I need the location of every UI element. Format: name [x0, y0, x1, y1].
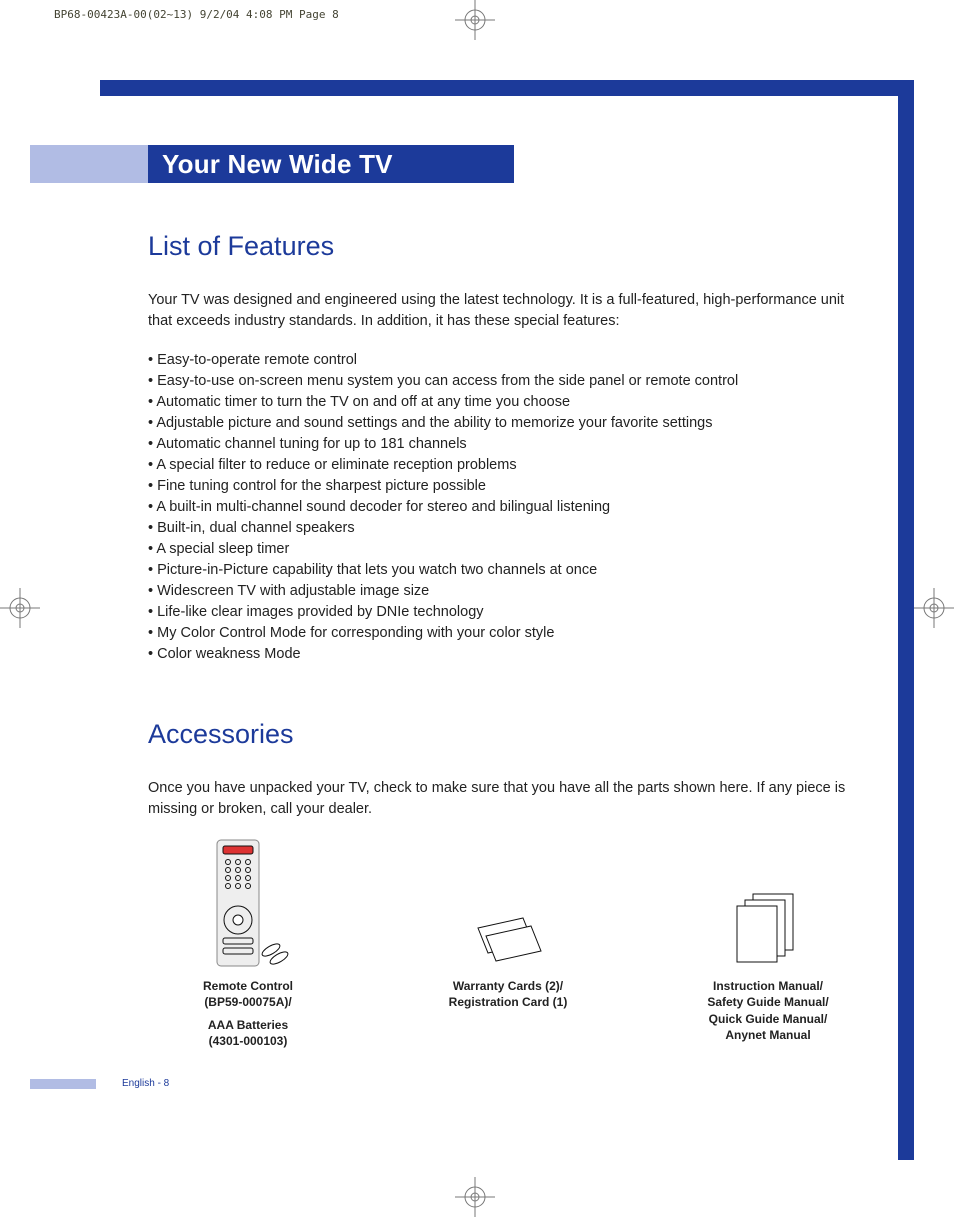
- list-item: Automatic channel tuning for up to 181 c…: [148, 434, 868, 455]
- accessory-label: Warranty Cards (2)/: [408, 978, 608, 994]
- list-item: Easy-to-use on-screen menu system you ca…: [148, 371, 868, 392]
- list-item: Adjustable picture and sound settings an…: [148, 413, 868, 434]
- accessory-label: (4301-000103): [148, 1033, 348, 1049]
- list-item: Fine tuning control for the sharpest pic…: [148, 476, 868, 497]
- list-item: A built-in multi-channel sound decoder f…: [148, 497, 868, 518]
- list-item: Color weakness Mode: [148, 644, 868, 665]
- list-item: Easy-to-operate remote control: [148, 350, 868, 371]
- accessory-label: Remote Control: [148, 978, 348, 994]
- list-item: Widescreen TV with adjustable image size: [148, 581, 868, 602]
- list-item: A special sleep timer: [148, 539, 868, 560]
- footer-accent-bar: [30, 1079, 96, 1089]
- list-item: Picture-in-Picture capability that lets …: [148, 560, 868, 581]
- section-heading-accessories: Accessories: [148, 719, 868, 750]
- accessories-grid: Remote Control (BP59-00075A)/ AAA Batter…: [148, 848, 868, 1049]
- accessory-label: AAA Batteries: [148, 1017, 348, 1033]
- warranty-cards-icon: [468, 908, 548, 968]
- registration-mark-icon: [455, 0, 495, 40]
- manuals-icon: [723, 888, 813, 968]
- section-heading-features: List of Features: [148, 231, 868, 262]
- accessory-remote: Remote Control (BP59-00075A)/ AAA Batter…: [148, 848, 348, 1049]
- list-item: A special filter to reduce or eliminate …: [148, 455, 868, 476]
- accessories-paragraph: Once you have unpacked your TV, check to…: [148, 778, 868, 820]
- title-accent-bar: [30, 145, 148, 183]
- print-header: BP68-00423A-00(02~13) 9/2/04 4:08 PM Pag…: [54, 8, 339, 21]
- remote-control-icon: [203, 838, 293, 968]
- page-number: English - 8: [122, 1078, 169, 1089]
- list-item: Life-like clear images provided by DNIe …: [148, 602, 868, 623]
- accessory-label: (BP59-00075A)/: [148, 994, 348, 1010]
- accessory-label: Quick Guide Manual/: [668, 1011, 868, 1027]
- accessory-label: Instruction Manual/: [668, 978, 868, 994]
- features-list: Easy-to-operate remote controlEasy-to-us…: [148, 350, 868, 665]
- frame-top: [100, 80, 914, 96]
- registration-mark-icon: [914, 588, 954, 628]
- list-item: Automatic timer to turn the TV on and of…: [148, 392, 868, 413]
- list-item: My Color Control Mode for corresponding …: [148, 623, 868, 644]
- accessory-label: Anynet Manual: [668, 1027, 868, 1043]
- accessory-label: Safety Guide Manual/: [668, 994, 868, 1010]
- registration-mark-icon: [455, 1177, 495, 1217]
- page-title: Your New Wide TV: [148, 145, 514, 183]
- accessory-cards: Warranty Cards (2)/ Registration Card (1…: [408, 848, 608, 1049]
- list-item: Built-in, dual channel speakers: [148, 518, 868, 539]
- accessory-manuals: Instruction Manual/ Safety Guide Manual/…: [668, 848, 868, 1049]
- frame-right: [898, 80, 914, 1160]
- accessory-label: Registration Card (1): [408, 994, 608, 1010]
- intro-paragraph: Your TV was designed and engineered usin…: [148, 290, 868, 332]
